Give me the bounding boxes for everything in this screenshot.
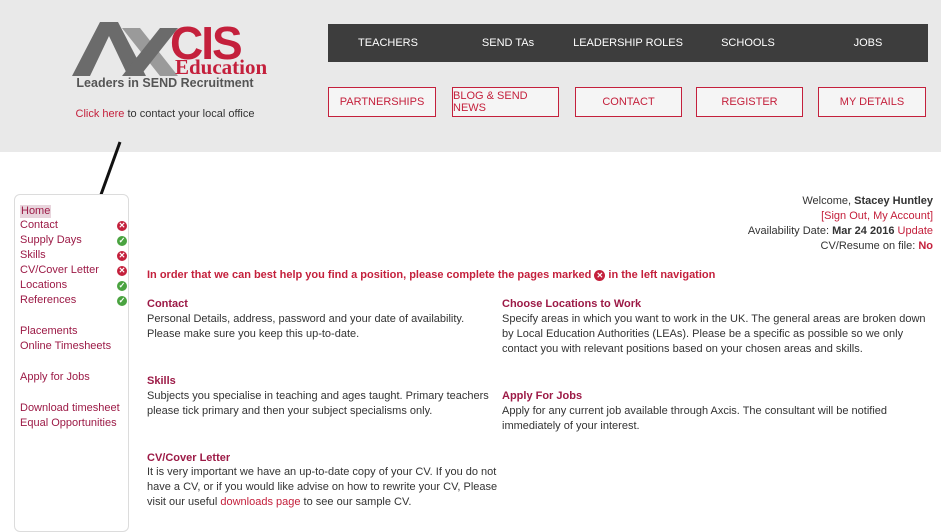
availability-date: Mar 24 2016: [832, 225, 895, 237]
nav-partnerships-button[interactable]: PARTNERSHIPS: [328, 87, 436, 117]
sidebar-item-locations[interactable]: Locations: [20, 279, 67, 292]
welcome-greeting: Welcome,: [802, 195, 855, 207]
left-navigation: Home Contact ✕ Supply Days ✓ Skills ✕ CV…: [14, 194, 129, 532]
completion-notice: In order that we can best help you find …: [147, 269, 716, 281]
skills-section-title[interactable]: Skills: [147, 375, 176, 387]
nav-schools[interactable]: SCHOOLS: [688, 24, 808, 62]
skills-section-body: Subjects you specialise in teaching and …: [147, 390, 489, 417]
sidebar-item-apply-for-jobs[interactable]: Apply for Jobs: [20, 371, 90, 384]
logo-subtitle: Education: [175, 55, 268, 79]
contact-section-title[interactable]: Contact: [147, 298, 188, 310]
cv-section-body: It is very important we have an up-to-da…: [147, 466, 498, 508]
downloads-page-link[interactable]: downloads page: [220, 496, 300, 508]
nav-jobs[interactable]: JOBS: [808, 24, 928, 62]
logo-tagline: Leaders in SEND Recruitment: [76, 76, 254, 90]
nav-leadership-roles[interactable]: LEADERSHIP ROLES: [568, 24, 688, 62]
complete-check-icon: ✓: [117, 281, 127, 291]
site-header: CIS Education Leaders in SEND Recruitmen…: [0, 0, 941, 152]
incomplete-x-icon: ✕: [594, 269, 606, 281]
locations-section-body: Specify areas in which you want to work …: [502, 313, 926, 355]
sidebar-item-placements[interactable]: Placements: [20, 325, 77, 338]
secondary-nav: PARTNERSHIPS BLOG & SEND NEWS CONTACT RE…: [328, 87, 928, 117]
cv-section-title[interactable]: CV/Cover Letter: [147, 452, 230, 464]
nav-send-tas[interactable]: SEND TAs: [448, 24, 568, 62]
sidebar-item-home[interactable]: Home: [20, 205, 52, 218]
availability-label: Availability Date:: [747, 225, 833, 237]
axcis-logo-mark-icon: [72, 22, 178, 76]
contact-section-body: Personal Details, address, password and …: [147, 313, 465, 340]
update-availability-link[interactable]: Update: [898, 225, 933, 237]
incomplete-x-icon: ✕: [117, 266, 127, 276]
complete-check-icon: ✓: [117, 236, 127, 246]
apply-section-body: Apply for any current job available thro…: [502, 405, 888, 432]
sidebar-item-cv-cover-letter[interactable]: CV/Cover Letter: [20, 264, 99, 277]
click-here-link[interactable]: Click here: [76, 108, 125, 120]
locations-section-title[interactable]: Choose Locations to Work: [502, 298, 641, 310]
sidebar-item-supply-days[interactable]: Supply Days: [20, 234, 82, 247]
contact-office-prompt: Click here to contact your local office: [0, 108, 330, 120]
nav-teachers[interactable]: TEACHERS: [328, 24, 448, 62]
sidebar-item-references[interactable]: References: [20, 294, 76, 307]
nav-register-button[interactable]: REGISTER: [696, 87, 803, 117]
incomplete-x-icon: ✕: [117, 221, 127, 231]
sidebar-item-contact[interactable]: Contact: [20, 219, 58, 232]
sidebar-item-equal-opportunities[interactable]: Equal Opportunities: [20, 417, 117, 430]
my-account-link[interactable]: My Account: [873, 210, 930, 222]
nav-my-details-button[interactable]: MY DETAILS: [818, 87, 926, 117]
cv-on-file-value: No: [918, 240, 933, 252]
user-name: Stacey Huntley: [854, 195, 933, 207]
apply-section-title[interactable]: Apply For Jobs: [502, 390, 582, 402]
cv-on-file-label: CV/Resume on file:: [820, 240, 919, 252]
sidebar-item-download-timesheet[interactable]: Download timesheet: [20, 402, 120, 415]
sign-out-link[interactable]: Sign Out: [824, 210, 867, 222]
contact-office-text: to contact your local office: [124, 108, 255, 120]
axcis-logo[interactable]: CIS Education Leaders in SEND Recruitmen…: [60, 18, 270, 100]
sidebar-item-skills[interactable]: Skills: [20, 249, 46, 262]
nav-contact-button[interactable]: CONTACT: [575, 87, 682, 117]
nav-blog-button[interactable]: BLOG & SEND NEWS: [452, 87, 559, 117]
complete-check-icon: ✓: [117, 296, 127, 306]
primary-nav: TEACHERS SEND TAs LEADERSHIP ROLES SCHOO…: [328, 24, 928, 62]
account-panel: Welcome, Stacey Huntley [Sign Out, My Ac…: [747, 195, 933, 252]
incomplete-x-icon: ✕: [117, 251, 127, 261]
sidebar-item-online-timesheets[interactable]: Online Timesheets: [20, 340, 111, 353]
